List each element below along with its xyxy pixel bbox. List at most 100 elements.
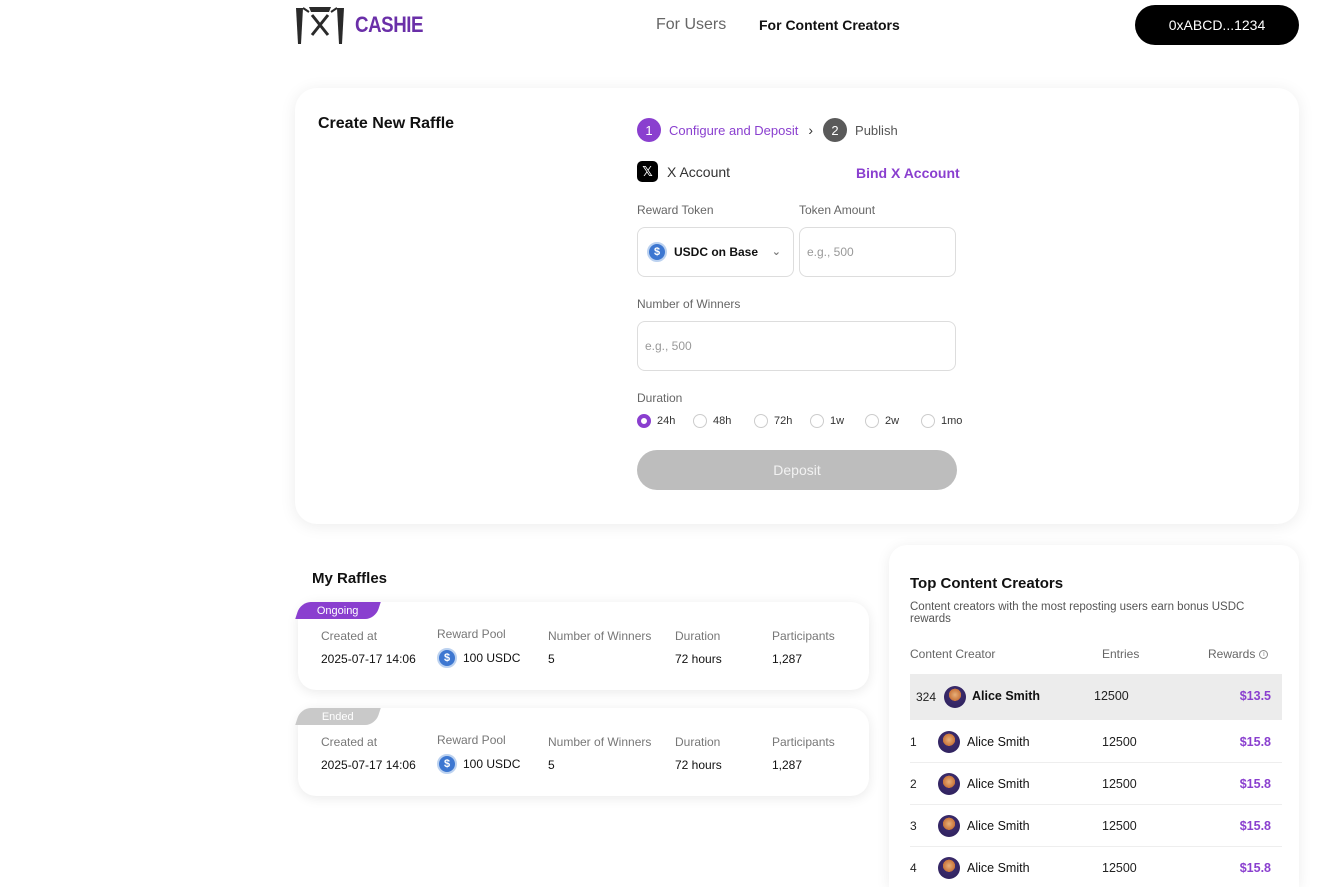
usdc-icon: $ — [437, 754, 457, 774]
table-row[interactable]: 1 Alice Smith 12500 $15.8 — [910, 721, 1282, 763]
reward: $13.5 — [1239, 689, 1271, 703]
brand-name: CASHIE — [355, 12, 424, 37]
duration-header: Duration — [675, 735, 721, 749]
reward: $15.8 — [1239, 777, 1271, 791]
rank: 1 — [910, 735, 917, 749]
duration-option-72h[interactable]: 72h — [754, 414, 810, 428]
pool-value: $100 USDC — [437, 754, 520, 774]
chevron-right-icon: › — [808, 122, 814, 138]
entries-column-header: Entries — [1102, 647, 1140, 661]
created-value: 2025-07-17 14:06 — [321, 652, 416, 666]
duration-radio-group: 24h 48h 72h 1w 2w 1mo — [637, 414, 969, 428]
entries: 12500 — [1102, 819, 1137, 833]
creator-name: Alice Smith — [967, 735, 1030, 749]
x-account-row: 𝕏 X Account — [637, 161, 730, 182]
step-2-number: 2 — [823, 118, 848, 142]
created-header: Created at — [321, 629, 378, 643]
reward: $15.8 — [1239, 819, 1271, 833]
pool-header: Reward Pool — [437, 733, 506, 747]
creator-name: Alice Smith — [967, 777, 1030, 791]
chevron-down-icon: ⌄ — [771, 246, 781, 258]
step-2-label: Publish — [855, 122, 898, 138]
winners-header: Number of Winners — [548, 735, 652, 749]
radio-selected-icon — [637, 414, 651, 428]
info-icon[interactable]: i — [1259, 650, 1269, 660]
table-row[interactable]: 3 Alice Smith 12500 $15.8 — [910, 805, 1282, 847]
pool-header: Reward Pool — [437, 627, 506, 641]
top-creators-title: Top Content Creators — [910, 575, 1064, 592]
creator-column-header: Content Creator — [910, 647, 996, 661]
reward: $15.8 — [1239, 735, 1271, 749]
rank: 2 — [910, 777, 917, 791]
rewards-column-header: Rewards i — [1208, 647, 1269, 661]
step-1-label: Configure and Deposit — [669, 122, 799, 138]
token-amount-label: Token Amount — [799, 203, 876, 217]
participants-header: Participants — [772, 735, 835, 749]
creator-name: Alice Smith — [967, 861, 1030, 875]
table-row[interactable]: 4 Alice Smith 12500 $15.8 — [910, 847, 1282, 887]
x-logo-icon: 𝕏 — [637, 161, 658, 182]
reward-token-label: Reward Token — [637, 203, 714, 217]
deposit-button[interactable]: Deposit — [637, 450, 957, 490]
usdc-icon: $ — [647, 242, 667, 262]
usdc-icon: $ — [437, 648, 457, 668]
winners-label: Number of Winners — [637, 297, 741, 311]
entries: 12500 — [1102, 735, 1137, 749]
create-raffle-title: Create New Raffle — [318, 115, 455, 132]
duration-header: Duration — [675, 629, 721, 643]
radio-icon — [865, 414, 879, 428]
winners-value: 5 — [548, 652, 555, 666]
status-badge-ongoing: Ongoing — [295, 602, 381, 619]
duration-option-2w[interactable]: 2w — [865, 414, 921, 428]
duration-option-48h[interactable]: 48h — [693, 414, 754, 428]
status-badge-ended: Ended — [295, 708, 381, 725]
current-user-row[interactable]: 324 Alice Smith 12500 $13.5 — [910, 674, 1282, 720]
reward-token-select[interactable]: $ USDC on Base ⌄ — [637, 227, 794, 277]
radio-icon — [810, 414, 824, 428]
avatar — [938, 815, 960, 837]
duration-label: Duration — [637, 391, 683, 405]
rank: 324 — [916, 690, 937, 704]
x-account-label: X Account — [667, 163, 731, 180]
creator-name: Alice Smith — [972, 689, 1041, 703]
my-raffles-title: My Raffles — [312, 570, 388, 587]
pool-value: $100 USDC — [437, 648, 520, 668]
bind-x-account-link[interactable]: Bind X Account — [856, 165, 960, 181]
stepper: 1 Configure and Deposit › 2 Publish — [637, 118, 898, 142]
avatar — [938, 857, 960, 879]
reward-token-value: USDC on Base — [674, 245, 759, 259]
winners-value: 5 — [548, 758, 555, 772]
entries: 12500 — [1102, 861, 1137, 875]
table-row[interactable]: 2 Alice Smith 12500 $15.8 — [910, 763, 1282, 805]
top-creators-subtitle: Content creators with the most reposting… — [910, 601, 1245, 625]
wallet-button[interactable]: 0xABCD...1234 — [1135, 5, 1299, 45]
duration-option-1mo[interactable]: 1mo — [921, 414, 969, 428]
participants-value: 1,287 — [772, 652, 803, 666]
raffle-card[interactable]: Ended Created at Reward Pool Number of W… — [295, 708, 869, 796]
winners-input[interactable] — [637, 321, 956, 371]
entries: 12500 — [1102, 777, 1137, 791]
raffle-card[interactable]: Ongoing Created at Reward Pool Number of… — [295, 602, 869, 690]
duration-value: 72 hours — [675, 758, 722, 772]
avatar — [938, 731, 960, 753]
radio-icon — [693, 414, 707, 428]
participants-value: 1,287 — [772, 758, 803, 772]
radio-icon — [921, 414, 935, 428]
rank: 4 — [910, 861, 917, 875]
reward: $15.8 — [1239, 861, 1271, 875]
created-header: Created at — [321, 735, 378, 749]
created-value: 2025-07-17 14:06 — [321, 758, 416, 772]
entries: 12500 — [1094, 689, 1129, 703]
token-amount-input[interactable] — [799, 227, 956, 277]
duration-option-1w[interactable]: 1w — [810, 414, 865, 428]
nav-for-content-creators[interactable]: For Content Creators — [759, 17, 900, 33]
duration-option-24h[interactable]: 24h — [637, 414, 693, 428]
avatar — [938, 773, 960, 795]
brand-logo[interactable]: CASHIE — [293, 4, 435, 46]
rank: 3 — [910, 819, 917, 833]
cashie-logo-icon — [296, 7, 344, 44]
participants-header: Participants — [772, 629, 835, 643]
nav-for-users[interactable]: For Users — [656, 16, 726, 34]
page: CASHIE For Users For Content Creators 0x… — [0, 0, 1319, 887]
radio-icon — [754, 414, 768, 428]
